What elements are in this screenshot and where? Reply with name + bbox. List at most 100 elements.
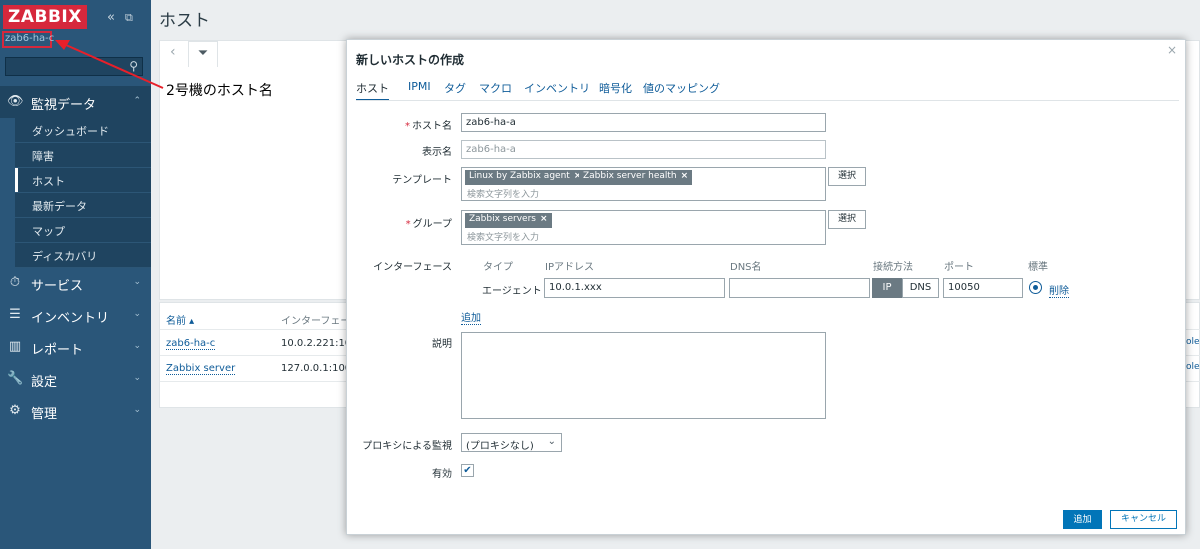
tab-tags[interactable]: タグ: [444, 80, 466, 96]
visible-name-label: 表示名: [422, 147, 452, 158]
column-type: タイプ: [483, 262, 513, 273]
column-ip-address: IPアドレス: [545, 262, 594, 273]
column-header-name[interactable]: 名前 ▴: [166, 312, 194, 327]
add-button[interactable]: 追加: [1063, 510, 1102, 529]
chevron-left-icon[interactable]: ‹: [170, 44, 176, 60]
column-port: ポート: [944, 262, 974, 273]
visible-name-input[interactable]: zab6-ha-a: [461, 140, 826, 159]
group-chip[interactable]: Zabbix servers ×: [465, 213, 552, 228]
enabled-label: 有効: [432, 469, 452, 480]
template-chip[interactable]: Zabbix server health ×: [579, 170, 693, 185]
tab-host[interactable]: ホスト: [356, 80, 389, 101]
search-icon[interactable]: ⚲: [129, 59, 138, 73]
eye-icon: 👁: [7, 94, 24, 109]
chevron-down-icon: ⌄: [547, 436, 556, 447]
menu-inventory[interactable]: ☰ インベントリ ⌄: [0, 299, 151, 331]
sidebar: ZABBIX « ⧉ zab6-ha-c ⚲ 👁 監視データ ⌃ ダッシュボード…: [0, 0, 151, 549]
proxy-label: プロキシによる監視: [362, 441, 452, 452]
menu-administration[interactable]: ⚙ 管理 ⌄: [0, 395, 151, 427]
dns-name-input[interactable]: [729, 278, 870, 298]
interface-type-agent: エージェント: [482, 286, 542, 297]
menu-reports[interactable]: ▥ レポート ⌄: [0, 331, 151, 363]
groups-multiselect[interactable]: Zabbix servers × 検索文字列を入力: [461, 210, 826, 245]
menu-label: サービス: [31, 279, 84, 294]
remove-chip-icon[interactable]: ×: [540, 214, 548, 224]
host-name-input[interactable]: zab6-ha-a: [461, 113, 826, 132]
templates-label: テンプレート: [392, 175, 452, 186]
submenu-discovery[interactable]: ディスカバリ: [15, 243, 151, 268]
tab-encryption[interactable]: 暗号化: [599, 80, 632, 96]
chevron-down-icon: ⌄: [133, 277, 141, 287]
templates-multiselect[interactable]: Linux by Zabbix agent × Zabbix server hea…: [461, 167, 826, 201]
description-textarea[interactable]: [461, 332, 826, 419]
connect-dns-toggle[interactable]: DNS: [902, 278, 939, 298]
menu-monitoring[interactable]: 👁 監視データ ⌃: [0, 86, 151, 118]
template-chip[interactable]: Linux by Zabbix agent ×: [465, 170, 586, 185]
templates-select-button[interactable]: 選択: [828, 167, 866, 186]
submenu-maps[interactable]: マップ: [15, 218, 151, 243]
default-interface-radio[interactable]: [1029, 281, 1042, 294]
interfaces-label: インターフェース: [373, 262, 452, 273]
groups-select-button[interactable]: 選択: [828, 210, 866, 229]
tab-value-mapping[interactable]: 値のマッピング: [643, 80, 720, 96]
logo-highlight: ZABBIX: [3, 5, 87, 29]
menu-label: 監視データ: [31, 98, 97, 113]
groups-label: * グループ: [405, 219, 452, 230]
sidebar-search-input[interactable]: ⚲: [5, 57, 143, 76]
menu-configuration[interactable]: 🔧 設定 ⌄: [0, 363, 151, 395]
menu-label: 設定: [31, 375, 58, 390]
kiosk-mode-icon[interactable]: ⧉: [125, 11, 133, 25]
connect-ip-toggle[interactable]: IP: [872, 278, 902, 298]
tab-macros[interactable]: マクロ: [479, 80, 512, 96]
proxy-select[interactable]: (プロキシなし) ⌄: [461, 433, 562, 452]
menu-label: レポート: [31, 343, 84, 358]
enabled-checkbox[interactable]: ✔: [461, 464, 474, 477]
collapse-sidebar-icon[interactable]: «: [107, 10, 115, 25]
submenu-latest-data[interactable]: 最新データ: [15, 193, 151, 218]
page-title: ホスト: [159, 11, 210, 31]
chevron-up-icon: ⌃: [133, 96, 141, 106]
chart-icon: ▥: [8, 339, 22, 354]
column-connect-to: 接続方法: [873, 262, 913, 273]
create-host-dialog: 新しいホストの作成 × ホスト IPMI タグ マクロ インベントリ 暗号化 値…: [346, 39, 1186, 535]
chevron-down-icon: ⌄: [133, 309, 141, 319]
menu-label: インベントリ: [31, 311, 110, 326]
remove-chip-icon[interactable]: ×: [681, 171, 689, 181]
filter-icon[interactable]: ⏷: [188, 41, 218, 67]
tab-inventory[interactable]: インベントリ: [524, 80, 590, 96]
annotation-label: 2号機のホスト名: [166, 83, 273, 99]
remove-interface-link[interactable]: 削除: [1049, 282, 1069, 298]
close-icon[interactable]: ×: [1167, 43, 1177, 57]
submenu-dashboard[interactable]: ダッシュボード: [15, 118, 151, 143]
host-link[interactable]: zab6-ha-c: [166, 338, 216, 350]
template-link[interactable]: olen: [1186, 337, 1200, 347]
host-name-label: * ホスト名: [405, 121, 452, 132]
column-dns-name: DNS名: [730, 262, 762, 273]
templates-search-input[interactable]: 検索文字列を入力: [467, 187, 539, 200]
monitoring-submenu: ダッシュボード 障害 ホスト 最新データ マップ ディスカバリ: [15, 118, 151, 268]
chevron-down-icon: ⌄: [133, 373, 141, 383]
wrench-icon: 🔧: [7, 371, 24, 386]
add-interface-link[interactable]: 追加: [461, 309, 481, 325]
ip-address-input[interactable]: 10.0.1.xxx: [544, 278, 725, 298]
template-link[interactable]: olen: [1186, 362, 1200, 372]
proxy-selected-value: (プロキシなし): [466, 441, 534, 452]
host-link[interactable]: Zabbix server: [166, 363, 236, 375]
port-input[interactable]: 10050: [943, 278, 1023, 298]
tab-ipmi[interactable]: IPMI: [408, 80, 431, 93]
submenu-problems[interactable]: 障害: [15, 143, 151, 168]
clock-icon: ⏱: [9, 275, 21, 290]
cancel-button[interactable]: キャンセル: [1110, 510, 1177, 529]
column-default: 標準: [1028, 262, 1048, 273]
groups-search-input[interactable]: 検索文字列を入力: [467, 230, 539, 243]
chevron-down-icon: ⌄: [133, 341, 141, 351]
submenu-hosts[interactable]: ホスト: [15, 168, 151, 193]
list-icon: ☰: [9, 307, 21, 322]
column-header-interface: インターフェー: [281, 316, 351, 327]
gear-icon: ⚙: [9, 403, 21, 418]
menu-services[interactable]: ⏱ サービス ⌄: [0, 267, 151, 299]
zabbix-logo[interactable]: ZABBIX: [8, 7, 82, 27]
description-label: 説明: [432, 339, 452, 350]
tab-divider: [356, 100, 1179, 101]
dialog-title: 新しいホストの作成: [356, 53, 465, 67]
